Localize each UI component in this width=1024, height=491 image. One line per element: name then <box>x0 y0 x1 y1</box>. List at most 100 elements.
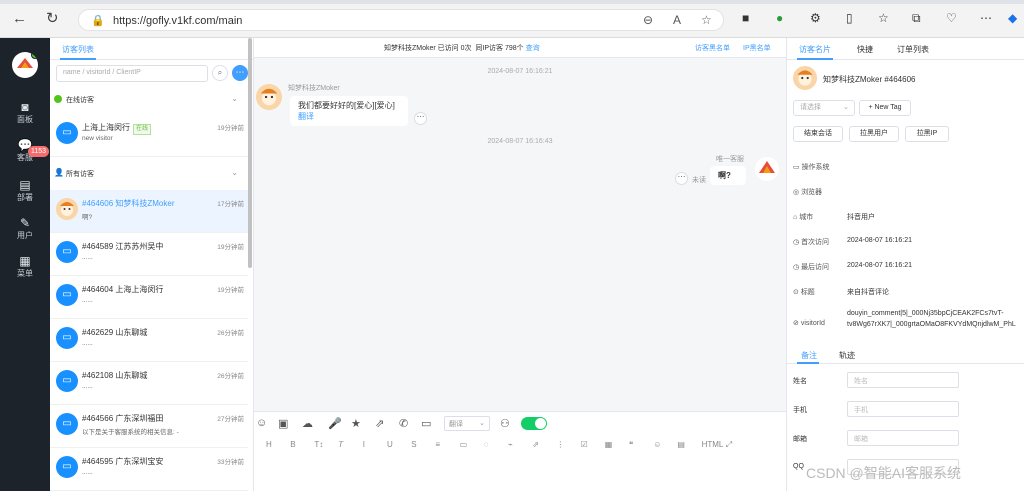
visitor-row[interactable]: #464606 知梦科技ZMoker 17分钟前 啊? <box>50 190 248 233</box>
format-button[interactable]: HTML <box>702 440 724 449</box>
tab-order-list[interactable]: 订单列表 <box>897 44 929 55</box>
auto-reply-toggle[interactable] <box>521 417 547 430</box>
query-link[interactable]: 查询 <box>526 45 540 52</box>
message-sender: 唯一客服 <box>716 156 744 163</box>
more-icon[interactable]: ⋯ <box>232 65 248 81</box>
star-icon[interactable]: ★ <box>351 417 361 430</box>
upload-cloud-icon[interactable]: ☁ <box>302 417 313 430</box>
visitor-row[interactable]: ▭ #462629 山东聊城 26分钟前 ...... <box>50 319 248 362</box>
monitor-icon: ▭ <box>56 327 78 349</box>
visitor-row[interactable]: ▭ #464604 上海上海闵行 19分钟前 ...... <box>50 276 248 319</box>
online-status-icon <box>54 95 62 103</box>
message-more-icon[interactable]: ⋯ <box>675 172 688 185</box>
favorites-icon[interactable]: ☆ <box>878 11 889 25</box>
visitor-row[interactable]: ▭ #464595 广东深圳宝安 33分钟前 ...... <box>50 448 248 491</box>
tab-track[interactable]: 轨迹 <box>839 350 855 361</box>
visitor-row[interactable]: ▭ #464566 广东深圳福田 27分钟前 以下是关于客服系统的相关信息: - <box>50 405 248 448</box>
email-input[interactable]: 邮箱 <box>847 430 959 446</box>
visitor-message-avatar <box>256 84 282 112</box>
sidebar-item-dashboard[interactable]: ◙ 面板 <box>0 100 50 125</box>
all-group-header[interactable]: 👤 所有访客 ⌄ <box>50 164 248 184</box>
format-button[interactable]: I <box>363 440 365 449</box>
settings-more-icon[interactable]: ⋯ <box>980 11 992 25</box>
format-button[interactable]: ☺ <box>653 440 661 449</box>
tab-quick-reply[interactable]: 快捷 <box>857 44 873 55</box>
format-button[interactable]: ≡ <box>435 440 440 449</box>
collections-icon[interactable]: ⧉ <box>912 11 921 26</box>
block-user-button[interactable]: 拉黑用户 <box>849 126 899 142</box>
group-label: 所有访客 <box>66 171 94 178</box>
visitor-blacklist-link[interactable]: 访客黑名单 <box>695 43 730 53</box>
format-button[interactable]: ◌ <box>484 440 489 449</box>
dashboard-icon: ◙ <box>21 100 29 114</box>
back-icon[interactable]: ← <box>12 10 27 28</box>
transfer-icon[interactable]: ⇗ <box>375 417 384 430</box>
new-tag-button[interactable]: + New Tag <box>859 100 911 116</box>
visitor-row-online[interactable]: ▭ 上海上海闵行 在线 19分钟前 new visitor <box>50 114 248 157</box>
format-button[interactable]: ⋮ <box>556 440 564 449</box>
format-button[interactable]: ⌁ <box>508 440 513 449</box>
title-label: 标题 <box>800 289 815 296</box>
translate-select-value: 翻译 <box>449 421 463 428</box>
phone-icon[interactable]: ✆ <box>399 417 408 430</box>
zoom-icon[interactable]: ⊖ <box>643 13 653 27</box>
format-button[interactable]: ☑ <box>581 440 588 449</box>
microphone-icon[interactable]: 🎤 <box>328 417 342 430</box>
translate-select[interactable]: 翻译 ⌄ <box>444 416 490 431</box>
tab-notes[interactable]: 备注 <box>801 350 817 361</box>
format-button[interactable]: ▦ <box>605 440 613 449</box>
video-icon[interactable]: ▭ <box>421 417 431 430</box>
monitor-icon: ▭ <box>56 456 78 478</box>
format-button[interactable]: ▭ <box>460 440 468 449</box>
format-button[interactable]: ⇗ <box>532 440 539 449</box>
name-input[interactable]: 姓名 <box>847 372 959 388</box>
visitor-last-msg: new visitor <box>82 135 113 142</box>
lock-icon: 🔒 <box>91 15 105 27</box>
sidebar-item-users[interactable]: ✎ 用户 <box>0 216 50 241</box>
visitor-avatar <box>56 198 78 220</box>
format-button[interactable]: T↕ <box>314 440 323 449</box>
read-aloud-icon[interactable]: A <box>673 13 681 27</box>
favorite-star-icon[interactable]: ☆ <box>701 13 712 27</box>
split-screen-icon[interactable]: ▯ <box>846 11 853 25</box>
visitor-scrollbar[interactable] <box>248 38 252 268</box>
extension-wechat-icon[interactable]: ● <box>776 11 783 25</box>
format-button[interactable]: H <box>266 440 272 449</box>
copilot-icon[interactable]: ◆ <box>1008 11 1017 25</box>
search-icon[interactable]: ⌕ <box>212 65 228 81</box>
online-group-header[interactable]: 在线访客 ⌄ <box>50 90 248 110</box>
chat-input-area: ☺ ▣ ☁ 🎤 ★ ⇗ ✆ ▭ 翻译 ⌄ ⚇ H B T↕ 𝑇 I U S ≡ ▭ ◌ ⌁ ⇗ ⋮ ☑ ▦ ❝ ☺… <box>254 411 786 491</box>
message-more-icon[interactable]: ⋯ <box>414 112 427 125</box>
visitor-row[interactable]: ▭ #462108 山东聊城 26分钟前 ...... <box>50 362 248 405</box>
tab-visitor-list[interactable]: 访客列表 <box>62 44 94 55</box>
image-icon[interactable]: ▣ <box>278 417 288 430</box>
sidebar-item-deploy[interactable]: ▤ 部署 <box>0 178 50 203</box>
visitor-row[interactable]: ▭ #464589 江苏苏州吴中 19分钟前 ...... <box>50 233 248 276</box>
robot-icon[interactable]: ⚇ <box>500 417 510 430</box>
visitorid-value: douyin_comment|5|_000Nj35bpCjCEAK2FCs7tv… <box>847 310 1004 317</box>
online-dot <box>31 52 38 59</box>
tab-visitor-card[interactable]: 访客名片 <box>799 44 831 55</box>
format-button[interactable]: ⤢ <box>726 440 732 450</box>
format-button[interactable]: 𝑇 <box>339 440 344 450</box>
format-button[interactable]: B <box>290 440 295 449</box>
block-ip-button[interactable]: 拉黑IP <box>905 126 949 142</box>
sidebar-item-menu[interactable]: ▦ 菜单 <box>0 254 50 279</box>
tag-select[interactable]: 请选择 ⌄ <box>793 100 855 116</box>
address-bar[interactable]: 🔒 https://gofly.v1kf.com/main ⊖ A ☆ <box>78 9 724 31</box>
emoji-icon[interactable]: ☺ <box>256 417 267 429</box>
extension-icon[interactable]: ■ <box>742 11 749 25</box>
phone-input[interactable]: 手机 <box>847 401 959 417</box>
format-button[interactable]: U <box>387 440 393 449</box>
format-button[interactable]: S <box>411 440 416 449</box>
format-button[interactable]: ▤ <box>677 440 685 449</box>
visitor-search-input[interactable]: name / visitorId / ClientIP <box>56 65 208 82</box>
performance-icon[interactable]: ♡ <box>946 11 957 25</box>
end-session-button[interactable]: 结束会话 <box>793 126 843 142</box>
watermark: CSDN @智能AI客服系统 <box>806 465 961 481</box>
format-button[interactable]: ❝ <box>629 440 633 449</box>
reload-icon[interactable]: ↻ <box>46 10 59 28</box>
ip-blacklist-link[interactable]: IP黑名单 <box>743 43 771 53</box>
translate-link[interactable]: 翻译 <box>298 111 400 122</box>
extension-puzzle-icon[interactable]: ⚙ <box>810 11 821 25</box>
